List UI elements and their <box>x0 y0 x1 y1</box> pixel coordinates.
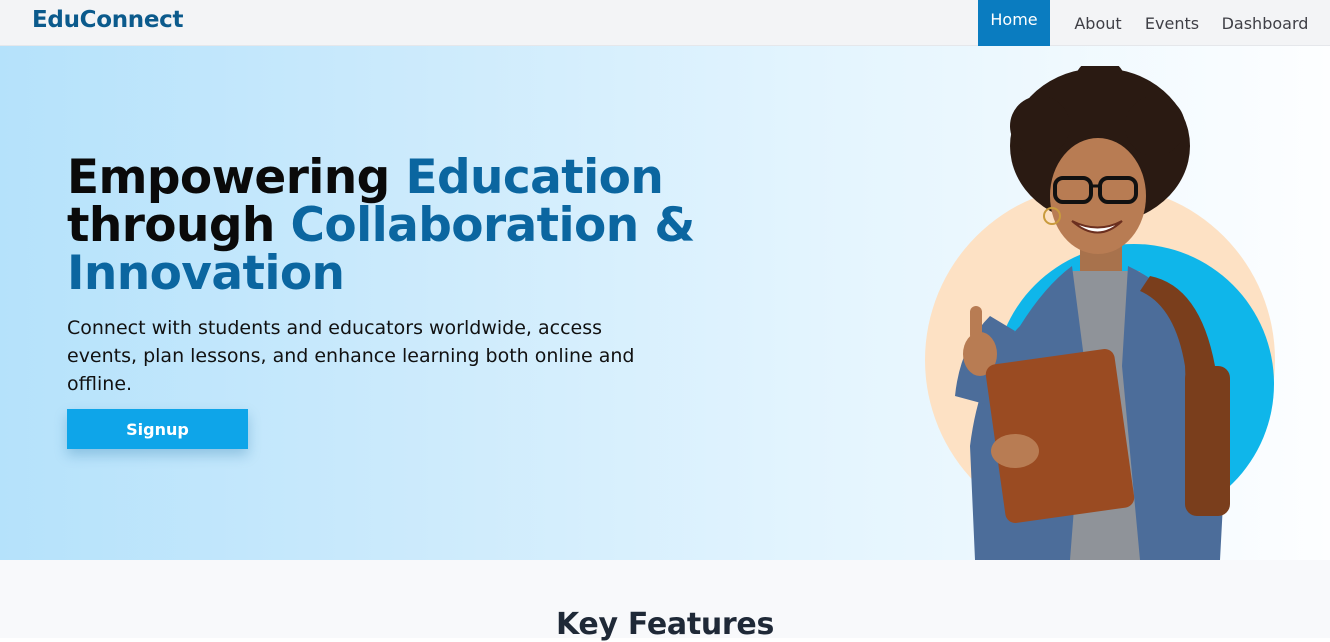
headline-accent-2: Collaboration & <box>290 198 696 253</box>
headline-text-1: Empowering <box>67 150 406 205</box>
top-navbar: EduConnect Home About Events Dashboard <box>0 0 1330 46</box>
hero-subtext: Connect with students and educators worl… <box>67 317 635 395</box>
nav-home[interactable]: Home <box>978 0 1050 46</box>
hero-section: Empowering Education through Collaborati… <box>0 46 1330 560</box>
nav-events[interactable]: Events <box>1134 0 1210 46</box>
headline-accent-1: Education <box>405 150 664 205</box>
features-section: Key Features <box>0 560 1330 642</box>
nav-about[interactable]: About <box>1062 0 1134 46</box>
features-heading: Key Features <box>555 607 775 642</box>
nav-dashboard[interactable]: Dashboard <box>1210 0 1320 46</box>
headline-accent-3: Innovation <box>67 246 345 301</box>
hero-headline: Empowering Education through Collaborati… <box>67 154 707 298</box>
nav-links: Home About Events Dashboard <box>978 0 1330 46</box>
signup-button[interactable]: Signup <box>67 409 248 449</box>
hero-student-illustration <box>925 66 1275 560</box>
headline-text-2: through <box>67 198 291 253</box>
brand-logo[interactable]: EduConnect <box>32 7 184 33</box>
